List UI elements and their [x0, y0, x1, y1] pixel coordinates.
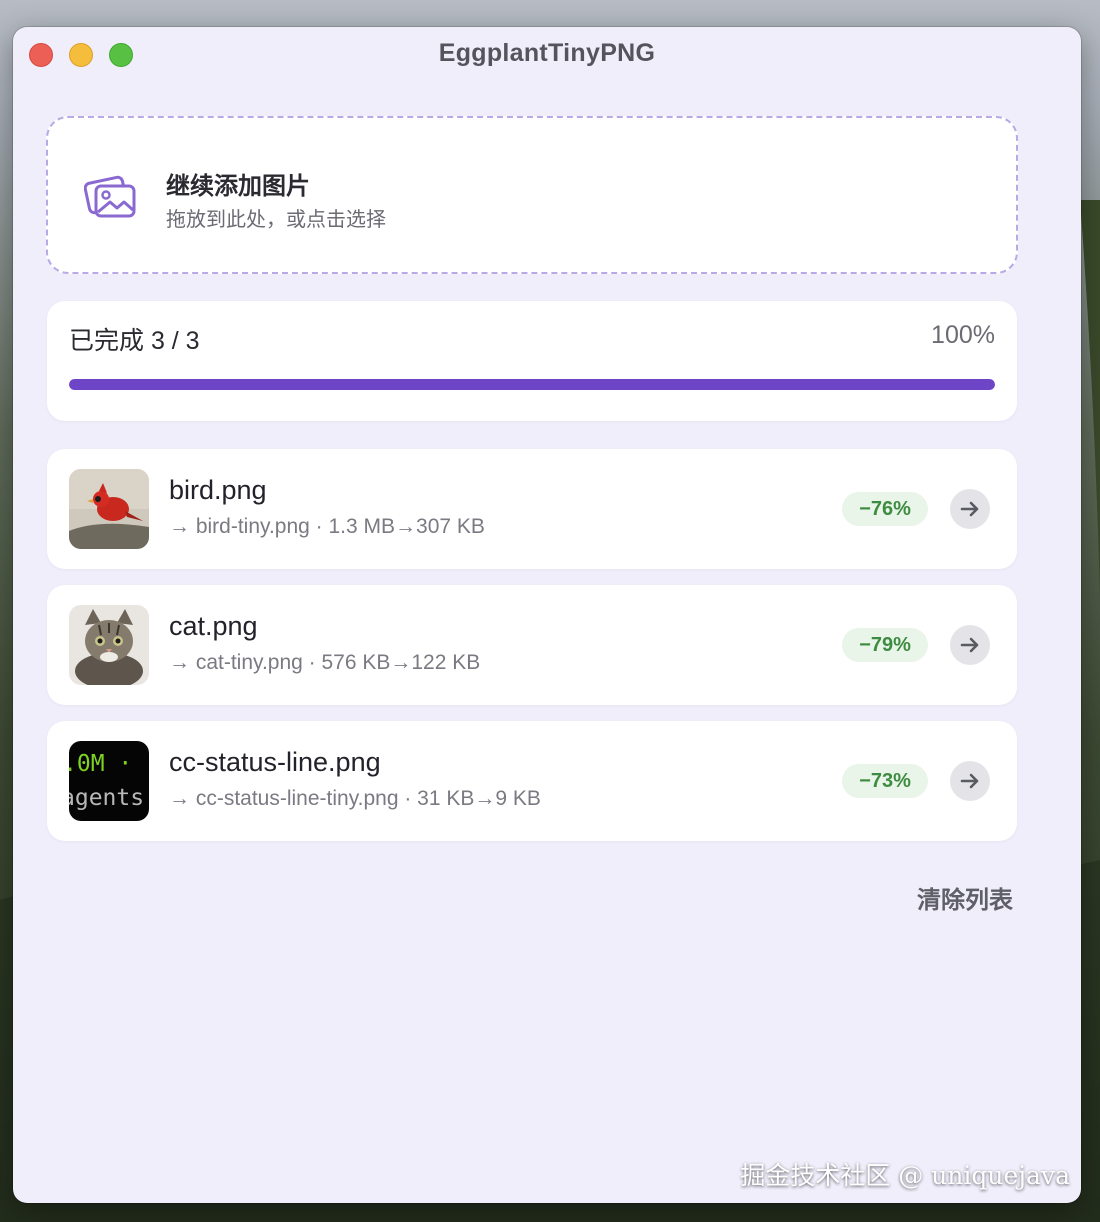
open-output-button[interactable] [950, 625, 990, 665]
arrow-right-icon [960, 773, 979, 789]
titlebar: EggplantTinyPNG [13, 27, 1081, 83]
file-thumbnail [69, 469, 149, 549]
open-output-button[interactable] [950, 761, 990, 801]
reduction-badge: −73% [842, 764, 928, 798]
file-name: cc-status-line.png [169, 747, 381, 777]
progress-label: 已完成 3 / 3 [69, 327, 200, 355]
progress-percent: 100% [931, 321, 995, 349]
progress-bar-fill [69, 379, 995, 390]
thumbnail-text: .0M · [69, 751, 133, 777]
window-title: EggplantTinyPNG [438, 39, 656, 67]
open-output-button[interactable] [950, 489, 990, 529]
file-output-info: → cc-status-line-tiny.png · 31 KB→9 KB [169, 787, 541, 810]
file-row-cc-status-line: .0M · agents cc-status-line.png → cc-sta… [47, 721, 1017, 841]
file-name: cat.png [169, 611, 258, 641]
file-thumbnail [69, 605, 149, 685]
drop-zone-subtitle: 拖放到此处，或点击选择 [166, 209, 386, 231]
file-row-bird: bird.png → bird-tiny.png · 1.3 MB→307 KB… [47, 449, 1017, 569]
thumbnail-text: agents [69, 785, 145, 811]
watermark: 掘金技术社区 @ uniquejava [740, 1161, 1070, 1190]
drop-zone[interactable]: 继续添加图片 拖放到此处，或点击选择 [46, 116, 1018, 274]
reduction-badge: −76% [842, 492, 928, 526]
file-thumbnail: .0M · agents [69, 741, 149, 821]
app-window: EggplantTinyPNG 继续添加图片 拖放到此处，或点击选择 已完成 3… [13, 27, 1081, 1203]
reduction-badge: −79% [842, 628, 928, 662]
file-name: bird.png [169, 475, 267, 505]
file-output-info: → cat-tiny.png · 576 KB→122 KB [169, 651, 481, 674]
progress-bar [69, 379, 995, 390]
clear-list-button[interactable]: 清除列表 [917, 880, 1013, 915]
images-icon [84, 175, 136, 218]
arrow-right-icon [960, 501, 979, 517]
progress-card: 已完成 3 / 3 100% [47, 301, 1017, 421]
arrow-right-icon [960, 637, 979, 653]
file-row-cat: cat.png → cat-tiny.png · 576 KB→122 KB −… [47, 585, 1017, 705]
drop-zone-title: 继续添加图片 [166, 173, 310, 200]
file-output-info: → bird-tiny.png · 1.3 MB→307 KB [169, 515, 485, 538]
